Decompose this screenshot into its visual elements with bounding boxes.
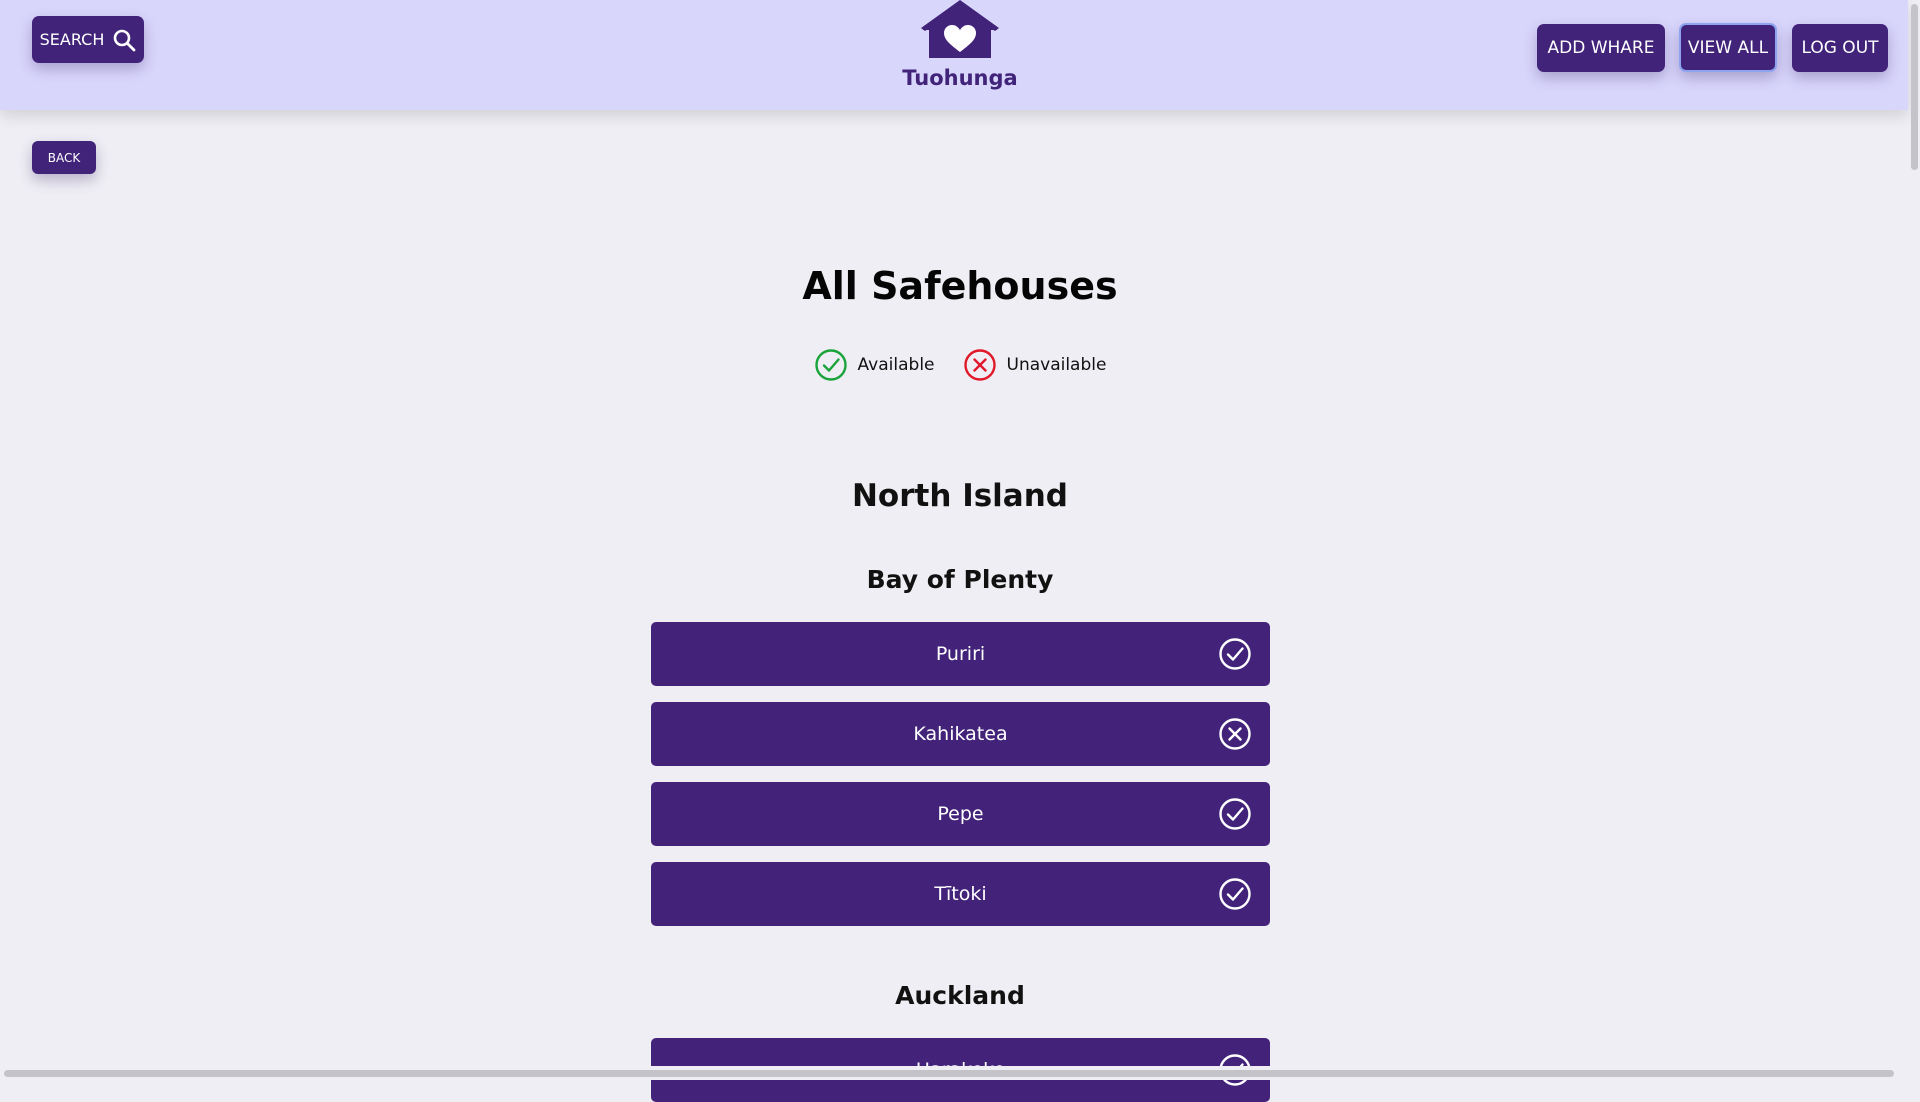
legend-unavailable: Unavailable: [963, 348, 1107, 382]
vertical-scrollbar[interactable]: [1911, 4, 1918, 170]
safehouse-item[interactable]: Kahikatea: [651, 702, 1270, 766]
check-circle-icon: [1219, 638, 1251, 670]
legend-unavailable-label: Unavailable: [1006, 355, 1107, 375]
log-out-button[interactable]: LOG OUT: [1792, 24, 1888, 72]
safehouse-name: Puriri: [935, 643, 986, 665]
region-heading: Auckland: [895, 981, 1025, 1010]
check-circle-icon: [814, 349, 847, 381]
island-heading: North Island: [851, 478, 1068, 514]
check-circle-icon: [1219, 878, 1251, 910]
horizontal-scrollbar[interactable]: [4, 1070, 1894, 1077]
legend-available-label: Available: [857, 355, 935, 375]
safehouse-item[interactable]: Tītoki: [651, 862, 1270, 926]
brand-name: Tuohunga: [902, 66, 1018, 90]
status-legend: Available Unavailable: [0, 348, 1920, 382]
page-title: All Safehouses: [802, 264, 1118, 308]
legend-available: Available: [814, 348, 935, 382]
house-heart-icon: [921, 0, 999, 58]
region-heading: Bay of Plenty: [866, 565, 1054, 594]
back-button[interactable]: BACK: [32, 141, 96, 174]
safehouse-item[interactable]: Pepe: [651, 782, 1270, 846]
horizontal-scrollbar-track: [0, 1066, 1908, 1080]
search-button[interactable]: SEARCH: [32, 16, 144, 63]
view-all-button[interactable]: VIEW ALL: [1679, 23, 1777, 72]
safehouse-name: Pepe: [937, 803, 984, 825]
add-whare-button[interactable]: ADD WHARE: [1537, 24, 1665, 72]
logo[interactable]: Tuohunga: [900, 0, 1020, 100]
safehouse-name: Tītoki: [934, 883, 987, 905]
x-circle-icon: [1219, 718, 1251, 750]
safehouse-name: Kahikatea: [913, 723, 1008, 745]
top-nav-bar: SEARCH Tuohunga ADD WHARE VIEW ALL LOG O…: [0, 0, 1908, 110]
x-circle-icon: [963, 349, 996, 381]
safehouse-item[interactable]: Puriri: [651, 622, 1270, 686]
search-icon: [114, 29, 136, 51]
check-circle-icon: [1219, 798, 1251, 830]
search-label: SEARCH: [39, 30, 105, 49]
